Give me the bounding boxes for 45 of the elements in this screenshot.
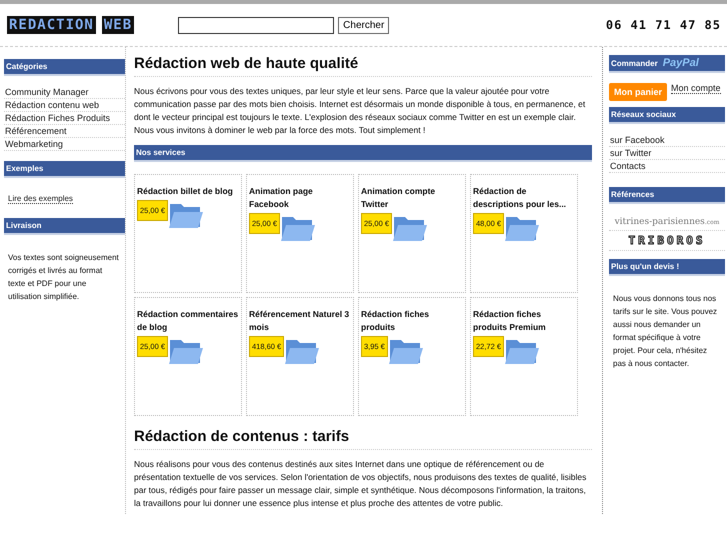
section-heading: Exemples bbox=[4, 161, 125, 178]
service-name[interactable]: Animation compte Twitter bbox=[361, 185, 463, 211]
folder-icon bbox=[388, 337, 424, 365]
folder-icon bbox=[392, 214, 428, 242]
page-heading: Rédaction de contenus : tarifs bbox=[134, 428, 592, 450]
section-heading: Commander bbox=[611, 58, 658, 68]
folder-icon bbox=[280, 214, 316, 242]
section-heading: Nos services bbox=[134, 145, 592, 162]
quote-text: Nous vous donnons tous nos tarifs sur le site. Vous pouvez aussi nous demander un format spécifique à votre projet. Pour cela, n'hésitez pas à nous contacter. bbox=[612, 293, 718, 370]
service-name[interactable]: Référencement Naturel 3 mois bbox=[249, 308, 351, 334]
section-heading: Catégories bbox=[4, 59, 125, 76]
service-name[interactable]: Rédaction commentaires de blog bbox=[137, 308, 239, 334]
folder-icon bbox=[504, 337, 540, 365]
reference-logo[interactable]: TRIBOROS bbox=[609, 231, 725, 251]
service-name[interactable]: Rédaction billet de blog bbox=[137, 185, 239, 198]
category-link[interactable]: Webmarketing bbox=[4, 138, 125, 151]
paypal-logo: PayPal bbox=[662, 57, 699, 69]
section-heading: Plus qu'un devis ! bbox=[609, 259, 725, 276]
service-name[interactable]: Rédaction de descriptions pour les... bbox=[473, 185, 575, 211]
folder-icon bbox=[168, 337, 204, 365]
examples-link[interactable]: Lire des exemples bbox=[8, 194, 73, 204]
delivery-text: Vos textes sont soigneusement corrigés et livrés au format texte et PDF pour une utilisation simplifiée. bbox=[7, 252, 120, 303]
section-heading: Réseaux sociaux bbox=[609, 107, 725, 124]
category-link[interactable]: Rédaction contenu web bbox=[4, 99, 125, 112]
service-name[interactable]: Rédaction fiches produits bbox=[361, 308, 463, 334]
section-heading: Références bbox=[609, 187, 725, 204]
intro-paragraph: Nous écrivons pour vous des textes uniques, par leur style et leur sens. Parce que la valeur ajoutée pour votre communication passe par des mots bien choisis. Internet est désormais un monde disponible à tous, en permanence, et dont le vecteur principal est toujours le texte. L'explosion des réseaux sociaux comme Twitter en est un exemple clair. Nous vous invitons à dominer le web par la force des mots. Tout simplement ! bbox=[134, 85, 586, 137]
service-name[interactable]: Rédaction fiches produits Premium bbox=[473, 308, 575, 334]
category-link[interactable]: Rédaction Fiches Produits bbox=[4, 112, 125, 125]
social-link[interactable]: sur Twitter bbox=[609, 147, 725, 160]
account-link[interactable]: Mon compte bbox=[671, 83, 721, 94]
service-name[interactable]: Animation page Facebook bbox=[249, 185, 351, 211]
folder-icon bbox=[284, 337, 320, 365]
tarifs-paragraph: Nous réalisons pour vous des contenus destinés aux sites Internet dans une optique de référencement ou de présentation textuelle de vos services. Selon l'orientation de vos objectifs, nous produisons des textes de qualité, lisibles par tous, rédigés pour faire passer un message clair, simple et synthétique. Nous décomposons l'information, la traitons, la travaillons pour lui donner une essence plus intense et plus proche des attentes de votre public. bbox=[134, 458, 588, 510]
category-link[interactable]: Community Manager bbox=[4, 86, 125, 99]
phone-number: 06 41 71 47 85 bbox=[606, 18, 721, 32]
folder-icon bbox=[504, 214, 540, 242]
social-link[interactable]: Contacts bbox=[609, 160, 725, 173]
search-field[interactable] bbox=[178, 16, 334, 34]
search-button[interactable]: Chercher bbox=[338, 16, 390, 34]
section-heading: Livraison bbox=[4, 218, 125, 235]
social-link[interactable]: sur Facebook bbox=[609, 134, 725, 147]
folder-icon bbox=[168, 201, 204, 229]
page-heading: Rédaction web de haute qualité bbox=[134, 55, 592, 77]
category-link[interactable]: Référencement bbox=[4, 125, 125, 138]
